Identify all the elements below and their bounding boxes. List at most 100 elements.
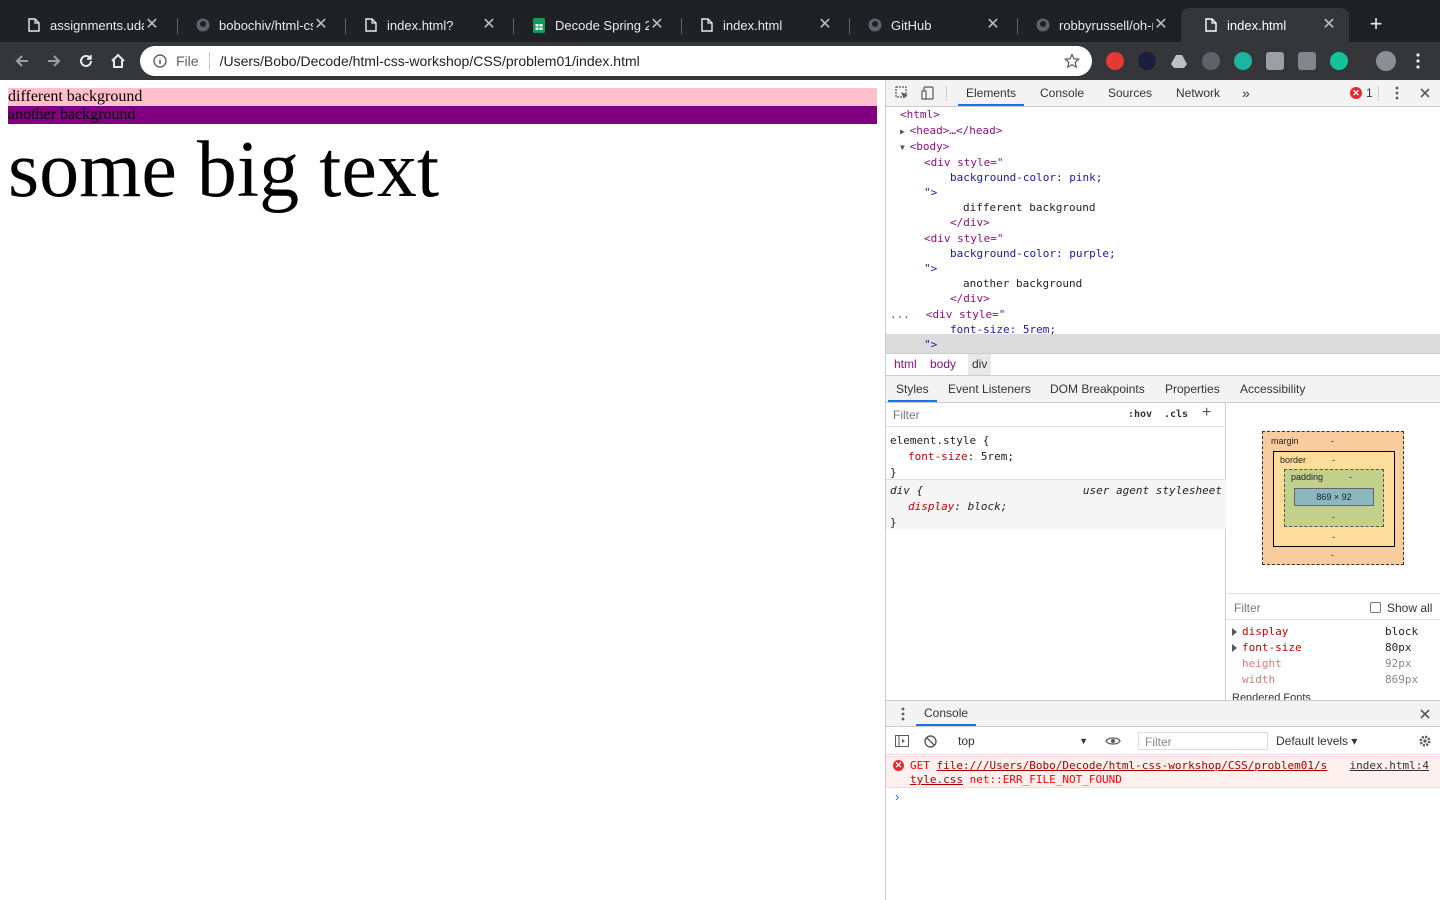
selected-div-node[interactable]: ... <div style=" (886, 307, 1440, 322)
close-icon[interactable]: ✕ (1153, 17, 1169, 33)
computed-filter[interactable]: Filter Show all (1227, 594, 1440, 620)
forward-button[interactable] (40, 47, 68, 75)
bookmark-star-icon[interactable] (1062, 53, 1082, 69)
menu-button[interactable] (1404, 47, 1432, 75)
close-icon[interactable] (1417, 706, 1433, 722)
close-icon[interactable]: ✕ (144, 17, 160, 33)
gear-icon[interactable] (1417, 733, 1433, 749)
browser-tab[interactable]: index.html? ✕ (341, 8, 509, 42)
tab-sources[interactable]: Sources (1108, 80, 1152, 106)
browser-tab[interactable]: GitHub ✕ (845, 8, 1013, 42)
extension-m-icon[interactable] (1234, 52, 1252, 70)
info-icon[interactable] (152, 53, 168, 69)
extension-bulb-icon[interactable] (1202, 52, 1220, 70)
browser-tab[interactable]: bobochiv/html-css ✕ (173, 8, 341, 42)
style-attr-value[interactable]: font-size: 5rem; (886, 322, 1440, 337)
filter-placeholder[interactable]: Filter (893, 408, 920, 422)
grammarly-icon[interactable] (1330, 52, 1348, 70)
device-toolbar-icon[interactable] (920, 85, 936, 101)
new-tab-button[interactable]: + (1362, 11, 1390, 39)
tab-styles[interactable]: Styles (888, 376, 937, 402)
error-url-link[interactable]: tyle.css (910, 773, 963, 786)
error-count[interactable]: 1 (1366, 80, 1373, 106)
drawer-tab-console[interactable]: Console (916, 701, 977, 726)
box-model-content-size[interactable]: 869 × 92 (1294, 488, 1374, 506)
browser-tab[interactable]: index.html ✕ (677, 8, 845, 42)
padding-bottom-value[interactable]: - (1332, 512, 1335, 522)
browser-tab-active[interactable]: index.html ✕ (1181, 8, 1349, 42)
console-filter-input[interactable]: Filter (1138, 732, 1268, 750)
extension-pen-icon[interactable] (1266, 52, 1284, 70)
sidebar-toggle-icon[interactable] (894, 733, 910, 749)
kebab-menu-icon[interactable] (1389, 85, 1405, 101)
context-select[interactable]: top ▼ (952, 732, 1092, 750)
body-node[interactable]: ▼ <body> (886, 139, 1440, 154)
margin-top-value[interactable]: - (1331, 436, 1334, 446)
margin-bottom-value[interactable]: - (1331, 550, 1334, 560)
padding-top-value[interactable]: - (1349, 472, 1352, 482)
drive-icon[interactable] (1170, 52, 1188, 70)
breadcrumb-body[interactable]: body (930, 354, 956, 375)
eye-icon[interactable] (1105, 733, 1121, 749)
extension-dark-icon[interactable] (1138, 52, 1156, 70)
html-node[interactable]: <html> (886, 107, 1440, 122)
profile-avatar[interactable] (1376, 51, 1396, 71)
computed-prop[interactable]: width 869px (1227, 672, 1440, 688)
tab-console[interactable]: Console (1040, 80, 1084, 106)
inspect-element-icon[interactable] (894, 85, 910, 101)
tab-event-listeners[interactable]: Event Listeners (948, 376, 1031, 402)
box-model-padding[interactable]: padding - - 869 × 92 (1284, 469, 1384, 527)
rule-declaration[interactable]: font-size: 5rem; (886, 449, 1226, 465)
more-tabs-button[interactable]: » (1242, 80, 1250, 106)
head-node[interactable]: ▶ <head>…</head> (886, 123, 1440, 138)
error-source-link[interactable]: index.html:4 (1350, 759, 1429, 772)
tab-network[interactable]: Network (1176, 80, 1220, 106)
computed-prop[interactable]: display block (1227, 624, 1440, 640)
styles-filter[interactable]: Filter :hov .cls + (886, 403, 1226, 427)
breadcrumb-div[interactable]: div (968, 354, 992, 375)
extension-box-icon[interactable] (1298, 52, 1316, 70)
close-icon[interactable]: ✕ (1321, 17, 1337, 33)
back-button[interactable] (8, 47, 36, 75)
border-bottom-value[interactable]: - (1332, 532, 1335, 542)
error-url-link[interactable]: file:///Users/Bobo/Decode/html-css-works… (937, 759, 1328, 772)
browser-tab[interactable]: Decode Spring 20 ✕ (509, 8, 677, 42)
kebab-menu-icon[interactable] (895, 706, 911, 722)
collapse-triangle-icon[interactable]: ▼ (900, 143, 910, 152)
text-node[interactable]: another background (886, 276, 1440, 291)
close-icon[interactable]: ✕ (649, 17, 665, 33)
show-all-checkbox[interactable] (1370, 602, 1381, 613)
log-levels-select[interactable]: Default levels ▾ (1276, 732, 1357, 750)
style-attr-value[interactable]: background-color: purple; (886, 246, 1440, 261)
expand-triangle-icon[interactable] (1232, 644, 1237, 652)
expand-triangle-icon[interactable] (1232, 628, 1237, 636)
close-icon[interactable]: ✕ (985, 17, 1001, 33)
browser-tab[interactable]: assignments.udacity ✕ (4, 8, 172, 42)
tab-dom-breakpoints[interactable]: DOM Breakpoints (1050, 376, 1145, 402)
ellipsis-icon[interactable]: ... (890, 308, 910, 321)
computed-prop[interactable]: font-size 80px (1227, 640, 1440, 656)
home-button[interactable] (104, 47, 132, 75)
console-prompt[interactable]: › (895, 789, 899, 804)
address-bar[interactable]: File /Users/Bobo/Decode/html-css-worksho… (140, 46, 1092, 76)
tab-properties[interactable]: Properties (1165, 376, 1220, 402)
browser-tab[interactable]: robbyrussell/oh-m ✕ (1013, 8, 1181, 42)
close-icon[interactable]: ✕ (817, 17, 833, 33)
box-model-border[interactable]: border - - padding - - 869 × 92 (1273, 451, 1395, 547)
close-icon[interactable] (1417, 85, 1433, 101)
div-node-open[interactable]: <div style=" (886, 231, 1440, 246)
box-model-margin[interactable]: margin - - border - - padding - - 869 × … (1262, 431, 1404, 565)
close-icon[interactable]: ✕ (481, 17, 497, 33)
show-all-label[interactable]: Show all (1387, 601, 1432, 615)
url-text[interactable]: /Users/Bobo/Decode/html-css-workshop/CSS… (220, 53, 1062, 69)
clear-console-icon[interactable] (922, 733, 938, 749)
style-attr-value[interactable]: background-color: pink; (886, 170, 1440, 185)
cls-button[interactable]: .cls (1164, 409, 1188, 420)
expand-triangle-icon[interactable]: ▶ (900, 127, 910, 136)
computed-prop[interactable]: height 92px (1227, 656, 1440, 672)
div-node-open[interactable]: <div style=" (886, 155, 1440, 170)
breadcrumb-html[interactable]: html (894, 354, 917, 375)
close-icon[interactable]: ✕ (313, 17, 329, 33)
border-top-value[interactable]: - (1332, 455, 1335, 465)
new-style-rule-button[interactable]: + (1202, 404, 1211, 422)
